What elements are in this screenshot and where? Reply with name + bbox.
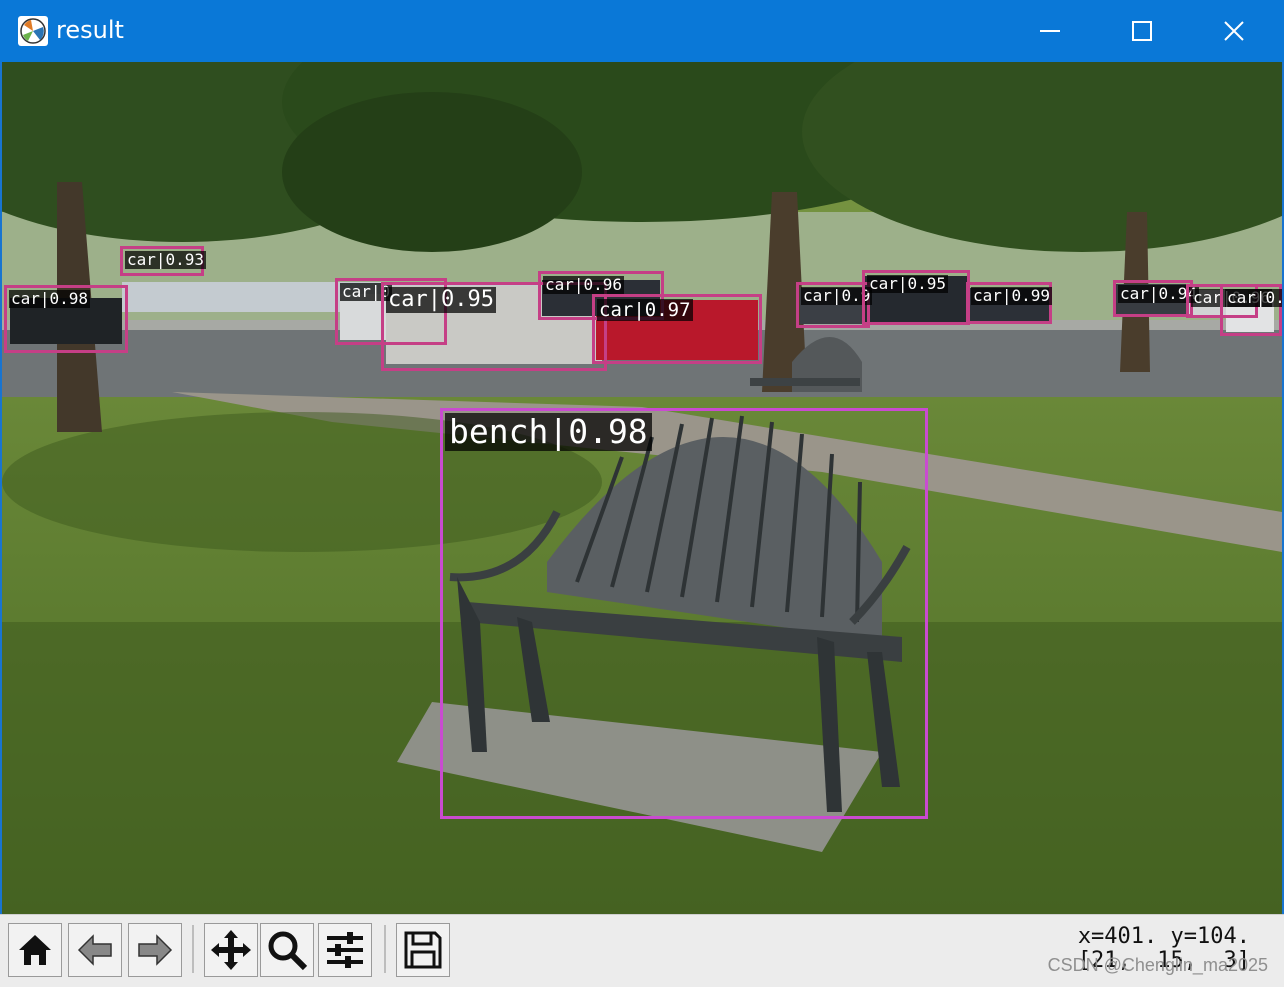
detection-label: car|0.93 [125, 250, 207, 269]
save-figure-button[interactable] [396, 923, 450, 977]
title-bar: result [0, 0, 1284, 62]
detection-label: car|0.98 [9, 289, 91, 308]
detection-label: car|0.9 [1225, 289, 1282, 307]
toolbar-separator [192, 925, 194, 973]
detection-label: car|0.95 [386, 287, 496, 313]
maximize-button[interactable] [1096, 0, 1188, 62]
close-button[interactable] [1188, 0, 1280, 62]
watermark-text: CSDN @Chenglin_ma2025 [1047, 955, 1268, 975]
detection-label: bench|0.98 [445, 413, 652, 451]
zoom-button[interactable] [260, 923, 314, 977]
sliders-icon [327, 932, 363, 968]
detection-box: car|0.97 [592, 294, 762, 364]
magnifier-icon [268, 931, 308, 971]
detection-label: car|0.96 [543, 275, 625, 294]
arrow-right-icon [138, 934, 173, 966]
detection-box: car|0.98 [4, 285, 128, 353]
detection-label: car|0.95 [867, 274, 949, 293]
image-canvas[interactable]: car|0.93 car|0.98 car|0 car|0.95 car|0.9… [2, 62, 1282, 914]
back-button[interactable] [68, 923, 122, 977]
window-title: result [56, 16, 124, 44]
detection-box: car|0.9 [1220, 284, 1282, 336]
maximize-icon [1132, 21, 1152, 41]
toolbar-separator [384, 925, 386, 973]
detection-box: car|0.9 [796, 282, 873, 328]
cursor-coordinates: x=401. y=104. [1077, 924, 1250, 949]
forward-button[interactable] [128, 923, 182, 977]
matplotlib-app-icon [18, 16, 48, 46]
detection-box: car|0.99 [966, 282, 1053, 324]
pan-button[interactable] [204, 923, 258, 977]
detection-label: car|0.97 [597, 299, 693, 321]
home-button[interactable] [8, 923, 62, 977]
minimize-button[interactable] [1004, 0, 1096, 62]
close-icon [1224, 21, 1244, 41]
configure-subplots-button[interactable] [318, 923, 372, 977]
detection-box-bench: bench|0.98 [440, 408, 928, 819]
floppy-disk-icon [404, 931, 442, 969]
detection-label: car|0.99 [971, 286, 1053, 305]
detection-box: car|0.93 [120, 246, 207, 276]
detection-box: car|0.95 [862, 270, 970, 325]
arrow-left-icon [77, 934, 112, 966]
move-icon [211, 930, 251, 970]
navigation-toolbar: x=401. y=104. [21, 15, 3] CSDN @Chenglin_… [0, 914, 1284, 987]
detection-box: car|0.94 [1113, 280, 1200, 317]
home-icon [19, 935, 51, 965]
minimize-icon [1040, 30, 1060, 32]
